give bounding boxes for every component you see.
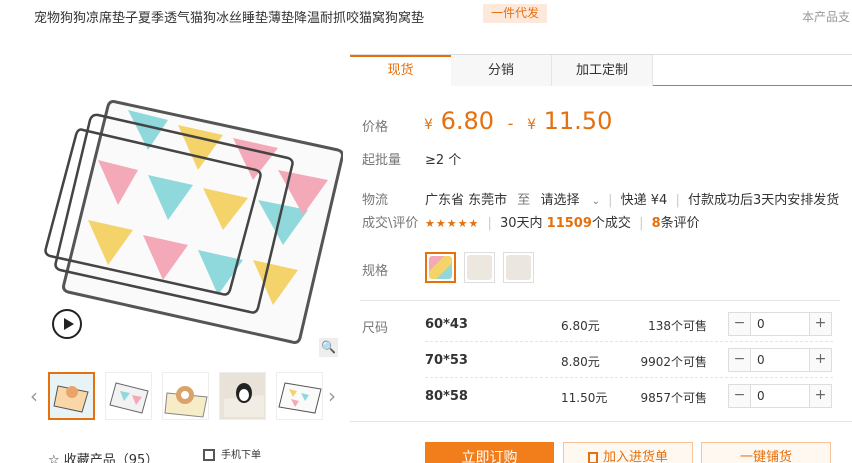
size-stock: 9857个可售 [640,391,707,405]
main-product-image[interactable] [38,80,343,365]
size-name: 80*58 [425,389,468,404]
currency-symbol: ¥ [424,117,433,133]
distribute-button[interactable]: 一键铺货 [701,442,831,463]
thumbnail-5[interactable] [276,372,323,420]
divider: | [487,216,492,231]
spec-option-3[interactable] [503,252,534,283]
play-video-button[interactable] [52,309,82,339]
spec-label: 规格 [362,264,389,279]
add-to-list-button[interactable]: 加入进货单 [563,442,693,463]
plus-icon[interactable]: + [809,349,831,371]
size-label: 尺码 [362,321,389,336]
ship-express: 快递 ¥4 [620,193,668,208]
size-row: 60*43 6.80元 138个可售 − + [425,306,833,342]
size-stock: 138个可售 [648,319,707,333]
spec-options [425,252,534,283]
rating-label: 成交\评价 [362,216,419,231]
ship-origin: 广东省 东莞市 [425,193,508,208]
deals-suffix: 个成交 [591,216,631,231]
spec-option-1[interactable] [425,252,456,283]
dropship-badge[interactable]: 一件代发 [483,4,548,23]
price-max: 11.50 [543,107,613,135]
ship-delivery: 付款成功后3天内安排发货 [688,193,840,208]
size-price: 11.50元 [561,391,608,405]
mobile-order-link[interactable]: 手机下单 [203,446,261,461]
size-stock: 9902个可售 [640,355,707,369]
ship-to: 至 [517,193,531,208]
tab-distribution[interactable]: 分销 [451,55,552,86]
quantity-input[interactable] [751,385,809,407]
spec-option-2[interactable] [464,252,495,283]
add-to-list-label: 加入进货单 [602,450,668,463]
divider: | [639,216,644,231]
reviews-count[interactable]: 8 [652,216,661,231]
divider: | [675,193,680,208]
plus-icon[interactable]: + [809,385,831,407]
mobile-order-label: 手机下单 [221,450,261,461]
logistics-label: 物流 [362,193,389,208]
size-row: 80*58 11.50元 9857个可售 − + [425,378,833,414]
list-icon [587,451,598,463]
zoom-icon[interactable]: 🔍 [319,338,338,357]
price-min: 6.80 [440,107,494,135]
size-price: 6.80元 [561,319,600,333]
divider: | [608,193,613,208]
thumb-next-icon[interactable]: › [328,383,336,409]
plus-icon[interactable]: + [809,313,831,335]
star-rating-icon: ★★★★★ [425,217,480,230]
thumb-prev-icon[interactable]: ‹ [30,383,38,409]
size-row: 70*53 8.80元 9902个可售 − + [425,342,833,378]
quantity-input[interactable] [751,349,809,371]
minus-icon[interactable]: − [729,385,751,407]
qr-icon [203,449,215,461]
chevron-down-icon[interactable]: ⌄ [592,196,600,207]
deals-period: 30天内 [499,216,543,231]
size-price: 8.80元 [561,355,600,369]
rating-info: ★★★★★ | 30天内 11509个成交 | 8条评价 [425,212,700,231]
favorite-button[interactable]: ☆ 收藏产品（95） [48,449,158,463]
reviews-suffix: 条评价 [660,216,700,231]
divider [360,300,840,301]
moq-value: ≥2 个 [425,153,462,168]
quantity-stepper: − + [728,312,832,336]
quantity-input[interactable] [751,313,809,335]
thumbnail-4[interactable] [219,372,266,420]
quantity-stepper: − + [728,348,832,372]
deals-count[interactable]: 11509 [547,216,592,231]
pet-mat-illustration [44,100,343,344]
thumbnail-1[interactable] [48,372,95,420]
price-label: 价格 [362,120,389,135]
support-text: 本产品支 [802,10,851,24]
size-name: 70*53 [425,353,468,368]
tab-custom[interactable]: 加工定制 [552,55,653,86]
quantity-stepper: − + [728,384,832,408]
size-name: 60*43 [425,317,468,332]
thumbnail-2[interactable] [105,372,152,420]
minus-icon[interactable]: − [729,349,751,371]
tab-spot[interactable]: 现货 [350,55,451,86]
logistics-info: 广东省 东莞市 至 请选择 ⌄ | 快递 ¥4 | 付款成功后3天内安排发货 [425,189,839,208]
buy-now-button[interactable]: 立即订购 [425,442,554,463]
minus-icon[interactable]: − [729,313,751,335]
product-title: 宠物狗狗凉席垫子夏季透气猫狗冰丝睡垫薄垫降温耐抓咬猫窝狗窝垫 [34,11,425,26]
price-range: ¥ 6.80 - ¥ 11.50 [424,107,612,135]
purchase-tabs: 现货 分销 加工定制 [350,54,852,86]
ship-destination-select[interactable]: 请选择 [540,193,579,208]
thumbnail-strip [48,372,323,420]
moq-label: 起批量 [362,153,402,168]
divider [350,421,852,422]
price-dash: - [507,114,514,133]
thumbnail-3[interactable] [162,372,209,420]
currency-symbol: ¥ [527,117,536,133]
